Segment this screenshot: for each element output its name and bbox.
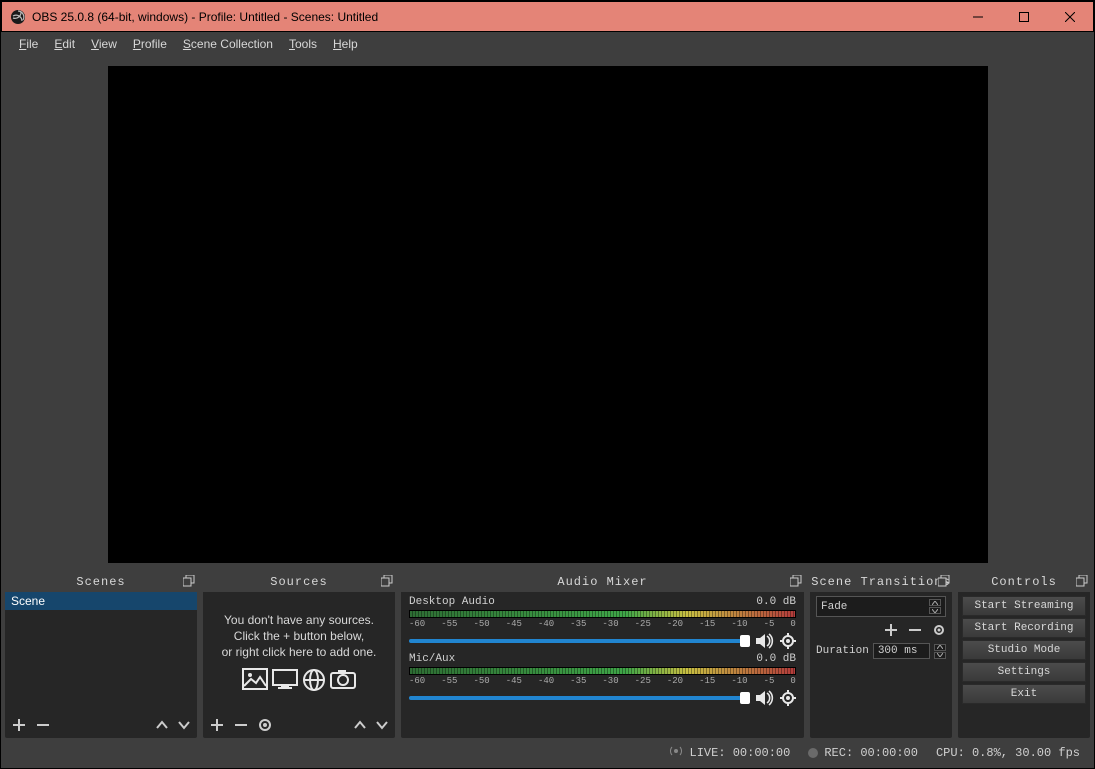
volume-slider[interactable] (409, 639, 750, 643)
close-button[interactable] (1047, 2, 1093, 32)
level-meter (409, 667, 796, 675)
preview-area (1, 56, 1094, 572)
broadcast-icon (668, 745, 684, 761)
menu-scene-collection[interactable]: Scene Collection (175, 33, 281, 55)
mixer-title: Audio Mixer (557, 575, 647, 589)
menu-view[interactable]: View (83, 33, 125, 55)
transitions-popout-icon[interactable] (938, 575, 950, 587)
preview-canvas[interactable] (108, 66, 988, 563)
camera-source-icon (330, 668, 356, 697)
statusbar: LIVE: 00:00:00 REC: 00:00:00 CPU: 0.8%, … (1, 738, 1094, 768)
cpu-status: CPU: 0.8%, 30.00 fps (936, 746, 1080, 760)
sources-title: Sources (270, 575, 327, 589)
start-recording-button[interactable]: Start Recording (962, 618, 1086, 638)
sources-list[interactable]: You don't have any sources. Click the + … (203, 592, 395, 712)
live-status: LIVE: 00:00:00 (690, 746, 791, 760)
source-properties-button[interactable] (257, 717, 273, 733)
transition-add-button[interactable] (884, 623, 898, 637)
transition-selected: Fade (821, 601, 847, 613)
mixer-track-mic: Mic/Aux 0.0 dB -60-55-50-45-40-35-30-25-2… (401, 649, 804, 706)
controls-popout-icon[interactable] (1076, 575, 1088, 587)
track-settings-button[interactable] (780, 690, 796, 706)
mute-button[interactable] (756, 690, 774, 706)
track-settings-button[interactable] (780, 633, 796, 649)
source-remove-button[interactable] (233, 717, 249, 733)
start-streaming-button[interactable]: Start Streaming (962, 596, 1086, 616)
sources-empty-line3: or right click here to add one. (203, 644, 395, 660)
sources-empty-line1: You don't have any sources. (203, 612, 395, 628)
controls-dock: Controls Start Streaming Start Recording… (958, 572, 1090, 738)
scenes-dock: Scenes Scene (5, 572, 197, 738)
level-meter (409, 610, 796, 618)
settings-button[interactable]: Settings (962, 662, 1086, 682)
obs-logo-icon (10, 9, 26, 25)
menu-profile[interactable]: Profile (125, 33, 175, 55)
scenes-popout-icon[interactable] (183, 575, 195, 587)
duration-label: Duration (816, 645, 869, 657)
duration-input[interactable]: 300 ms (873, 643, 930, 659)
track-name: Desktop Audio (409, 596, 495, 608)
scene-item[interactable]: Scene (5, 592, 197, 610)
browser-source-icon (302, 668, 326, 697)
track-name: Mic/Aux (409, 653, 455, 665)
transition-properties-button[interactable] (932, 623, 946, 637)
meter-ticks: -60-55-50-45-40-35-30-25-20-15-10-50 (409, 676, 796, 686)
scene-move-up-button[interactable] (155, 718, 169, 732)
minimize-button[interactable] (955, 2, 1001, 32)
transition-remove-button[interactable] (908, 623, 922, 637)
track-level: 0.0 dB (756, 653, 796, 665)
menubar: File Edit View Profile Scene Collection … (1, 32, 1094, 56)
menu-help[interactable]: Help (325, 33, 366, 55)
volume-slider[interactable] (409, 696, 750, 700)
scenes-title: Scenes (76, 575, 125, 589)
menu-edit[interactable]: Edit (46, 33, 83, 55)
audio-mixer-dock: Audio Mixer Desktop Audio 0.0 dB -60-55-5… (401, 572, 804, 738)
mute-button[interactable] (756, 633, 774, 649)
menu-tools[interactable]: Tools (281, 33, 325, 55)
scene-add-button[interactable] (11, 717, 27, 733)
rec-status: REC: 00:00:00 (824, 746, 918, 760)
track-level: 0.0 dB (756, 596, 796, 608)
controls-title: Controls (991, 575, 1057, 589)
transitions-dock: Scene Transitions Fade Duration 300 ms (810, 572, 952, 738)
scene-move-down-button[interactable] (177, 718, 191, 732)
display-source-icon (272, 668, 298, 697)
maximize-button[interactable] (1001, 2, 1047, 32)
sources-empty-line2: Click the + button below, (203, 628, 395, 644)
transition-select[interactable]: Fade (816, 596, 946, 617)
sources-dock: Sources You don't have any sources. Clic… (203, 572, 395, 738)
mixer-popout-icon[interactable] (790, 575, 802, 587)
menu-file[interactable]: File (11, 33, 46, 55)
studio-mode-button[interactable]: Studio Mode (962, 640, 1086, 660)
image-source-icon (242, 668, 268, 697)
source-move-up-button[interactable] (353, 718, 367, 732)
mixer-body: Desktop Audio 0.0 dB -60-55-50-45-40-35-3… (401, 592, 804, 738)
source-move-down-button[interactable] (375, 718, 389, 732)
meter-ticks: -60-55-50-45-40-35-30-25-20-15-10-50 (409, 619, 796, 629)
source-add-button[interactable] (209, 717, 225, 733)
sources-popout-icon[interactable] (381, 575, 393, 587)
transitions-title: Scene Transitions (811, 575, 950, 589)
scene-remove-button[interactable] (35, 717, 51, 733)
mixer-track-desktop: Desktop Audio 0.0 dB -60-55-50-45-40-35-3… (401, 592, 804, 649)
scenes-list[interactable]: Scene (5, 592, 197, 712)
exit-button[interactable]: Exit (962, 684, 1086, 704)
select-spinner-icon (929, 599, 941, 614)
window-title: OBS 25.0.8 (64-bit, windows) - Profile: … (32, 10, 955, 24)
record-indicator-icon (808, 748, 818, 758)
duration-spinner[interactable] (934, 644, 946, 659)
titlebar[interactable]: OBS 25.0.8 (64-bit, windows) - Profile: … (1, 1, 1094, 32)
